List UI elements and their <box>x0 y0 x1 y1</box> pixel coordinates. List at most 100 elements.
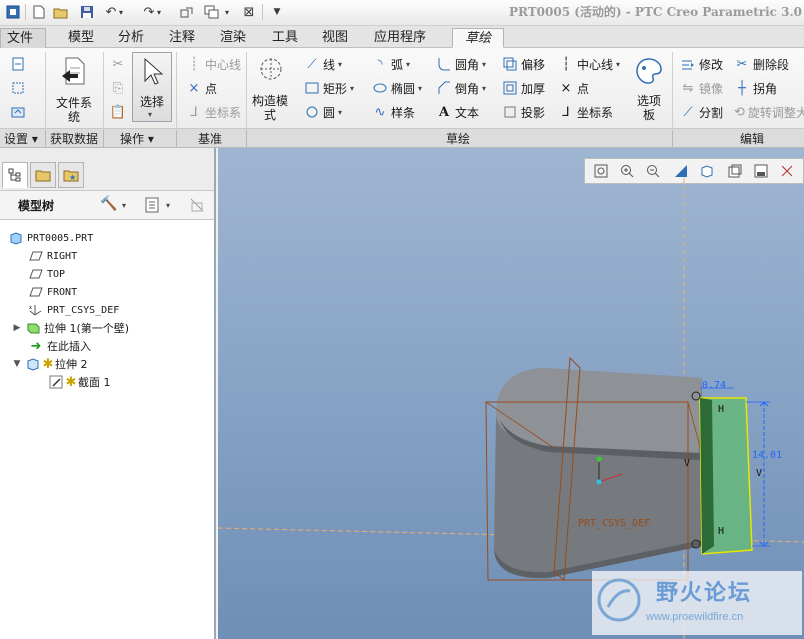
sketch-view-button[interactable] <box>10 102 26 122</box>
tab-file[interactable]: 文件 ▾ <box>0 28 46 65</box>
expand-arrow-icon[interactable]: ▶ <box>12 323 22 333</box>
copy-icon[interactable]: ⎘ <box>110 78 126 98</box>
point-icon: × <box>188 80 200 96</box>
centerline-button[interactable]: ┆ 中心线 ▾ <box>558 54 620 74</box>
thicken-icon <box>502 80 518 96</box>
regenerate-icon[interactable] <box>178 3 196 21</box>
tree-item-top[interactable]: TOP <box>28 265 65 283</box>
graphics-window[interactable]: 0.74 14.01 H H V V PRT_CSYS_DEF 野火论坛 www… <box>218 148 804 639</box>
redo-dropdown-icon[interactable]: ▾ <box>154 3 164 21</box>
model-tree-tab-icon[interactable] <box>2 162 28 188</box>
rectangle-button[interactable]: 矩形 ▾ <box>304 78 354 98</box>
cut-icon[interactable]: ✂ <box>110 54 126 74</box>
corner-button[interactable]: ┼ 拐角 <box>734 78 777 98</box>
tab-view[interactable]: 视图 <box>316 28 354 48</box>
collapse-arrow-icon[interactable]: ▼ <box>12 359 22 369</box>
customize-toolbar-icon[interactable]: ▼ <box>268 3 286 21</box>
point-button[interactable]: × 点 <box>558 78 589 98</box>
line-label: 线 <box>323 57 336 72</box>
csys-label: PRT_CSYS_DEF <box>578 518 651 529</box>
circle-button[interactable]: 圆 ▾ <box>304 102 342 122</box>
new-file-icon[interactable] <box>30 3 48 21</box>
offset-button[interactable]: 偏移 <box>502 54 545 74</box>
tree-filter-icon[interactable] <box>144 196 160 217</box>
line-button[interactable]: ⟋ 线 ▾ <box>304 54 342 74</box>
tab-model[interactable]: 模型 <box>62 28 100 48</box>
close-window-icon[interactable]: ⊠ <box>240 3 258 21</box>
construction-mode-button[interactable]: 构造模式 <box>252 94 288 122</box>
construction-mode-icon[interactable] <box>256 54 286 86</box>
rotate-resize-button[interactable]: ⟲旋转调整大小 <box>734 102 804 122</box>
coordinate-system-button[interactable]: ⅃ 坐标系 <box>558 102 613 122</box>
tab-render[interactable]: 渲染 <box>214 28 252 48</box>
favorites-tab-icon[interactable]: ★ <box>58 162 84 188</box>
app-icon[interactable] <box>4 3 22 21</box>
sketch-csys-icon: ⅃ <box>562 104 570 120</box>
project-button[interactable]: 投影 <box>502 102 545 122</box>
open-folder-icon[interactable] <box>52 3 70 21</box>
tree-item-label: TOP <box>47 268 66 280</box>
tree-item-front[interactable]: FRONT <box>28 283 77 301</box>
datum-centerline-button[interactable]: ┊ 中心线 <box>186 54 241 74</box>
tab-applications[interactable]: 应用程序 <box>368 28 432 48</box>
fillet-button[interactable]: 圆角 ▾ <box>436 54 486 74</box>
chamfer-button[interactable]: 倒角 ▾ <box>436 78 486 98</box>
group-setup[interactable]: 设置 ▾ <box>4 130 38 147</box>
folder-browser-tab-icon[interactable] <box>30 162 56 188</box>
settings-tools-icon[interactable]: 🔨 <box>100 196 117 212</box>
ellipse-button[interactable]: 椭圆 ▾ <box>372 78 422 98</box>
file-system-button[interactable]: 文件系统 <box>56 96 92 124</box>
tree-item-insert-here[interactable]: ➜ 在此插入 <box>28 337 91 355</box>
sketch-setup-button[interactable] <box>10 54 26 74</box>
divide-button[interactable]: ⟋ 分割 <box>680 102 723 122</box>
undo-dropdown-icon[interactable]: ▾ <box>116 3 126 21</box>
modify-button[interactable]: 修改 <box>680 54 723 74</box>
filter-dropdown-icon[interactable]: ▾ <box>166 201 170 210</box>
thicken-button[interactable]: 加厚 <box>502 78 545 98</box>
tab-sketch[interactable]: 草绘 <box>452 28 504 48</box>
text-button[interactable]: A 文本 <box>436 102 479 122</box>
tree-item-part[interactable]: PRT0005.PRT <box>8 229 93 247</box>
separator <box>45 52 46 128</box>
arc-button[interactable]: ◝ 弧 ▾ <box>372 54 410 74</box>
separator <box>176 52 177 128</box>
palette-button[interactable]: 选项板 <box>632 94 666 122</box>
select-label: 选择 <box>139 95 164 109</box>
modify-label: 修改 <box>699 57 724 72</box>
tree-item-extrude-2[interactable]: ▼ ✱ 拉伸 2 <box>12 355 88 373</box>
tree-item-section-1[interactable]: ✱ 截面 1 <box>48 373 111 391</box>
datum-point-label: 点 <box>205 81 218 96</box>
tree-item-extrude-1[interactable]: ▶ 拉伸 1(第一个壁) <box>12 319 130 337</box>
mirror-button[interactable]: ⇋ 镜像 <box>680 78 723 98</box>
datum-centerline-label: 中心线 <box>205 57 242 72</box>
sketch-centerline-icon: ┆ <box>562 56 570 72</box>
tab-analysis[interactable]: 分析 <box>112 28 150 48</box>
paste-icon[interactable]: 📋 <box>110 102 126 122</box>
tab-tools[interactable]: 工具 <box>266 28 304 48</box>
save-icon[interactable] <box>78 3 96 21</box>
datum-point-button[interactable]: × 点 <box>186 78 217 98</box>
rotate-resize-icon: ⟲ <box>734 104 745 120</box>
palette-icon[interactable] <box>634 56 664 86</box>
settings-dropdown-icon[interactable]: ▾ <box>122 201 126 210</box>
spline-button[interactable]: ∿ 样条 <box>372 102 415 122</box>
group-operations[interactable]: 操作 ▾ <box>120 130 154 147</box>
windows-icon[interactable] <box>202 3 220 21</box>
tree-item-csys[interactable]: x PRT_CSYS_DEF <box>28 301 119 319</box>
rectangle-icon <box>304 80 320 96</box>
windows-dropdown-icon[interactable]: ▾ <box>222 3 232 21</box>
reference-button[interactable] <box>10 78 26 98</box>
select-button[interactable]: 选择 ▾ <box>132 52 172 122</box>
datum-csys-button[interactable]: ⅃ 坐标系 <box>186 102 241 122</box>
tab-annotate[interactable]: 注释 <box>163 28 201 48</box>
show-icon[interactable] <box>188 196 206 217</box>
dimension-top[interactable]: 0.74 <box>702 380 726 391</box>
tree-item-right[interactable]: RIGHT <box>28 247 77 265</box>
delete-segment-button[interactable]: ✂ 删除段 <box>734 54 789 74</box>
spline-label: 样条 <box>391 105 416 120</box>
dimension-height[interactable]: 14.01 <box>752 450 782 461</box>
navigator-tabs: ★ <box>0 148 214 190</box>
modify-icon <box>680 56 696 72</box>
model-tree-header: 模型树 🔨 ▾ ▾ <box>0 190 214 220</box>
file-system-icon[interactable] <box>58 54 90 90</box>
